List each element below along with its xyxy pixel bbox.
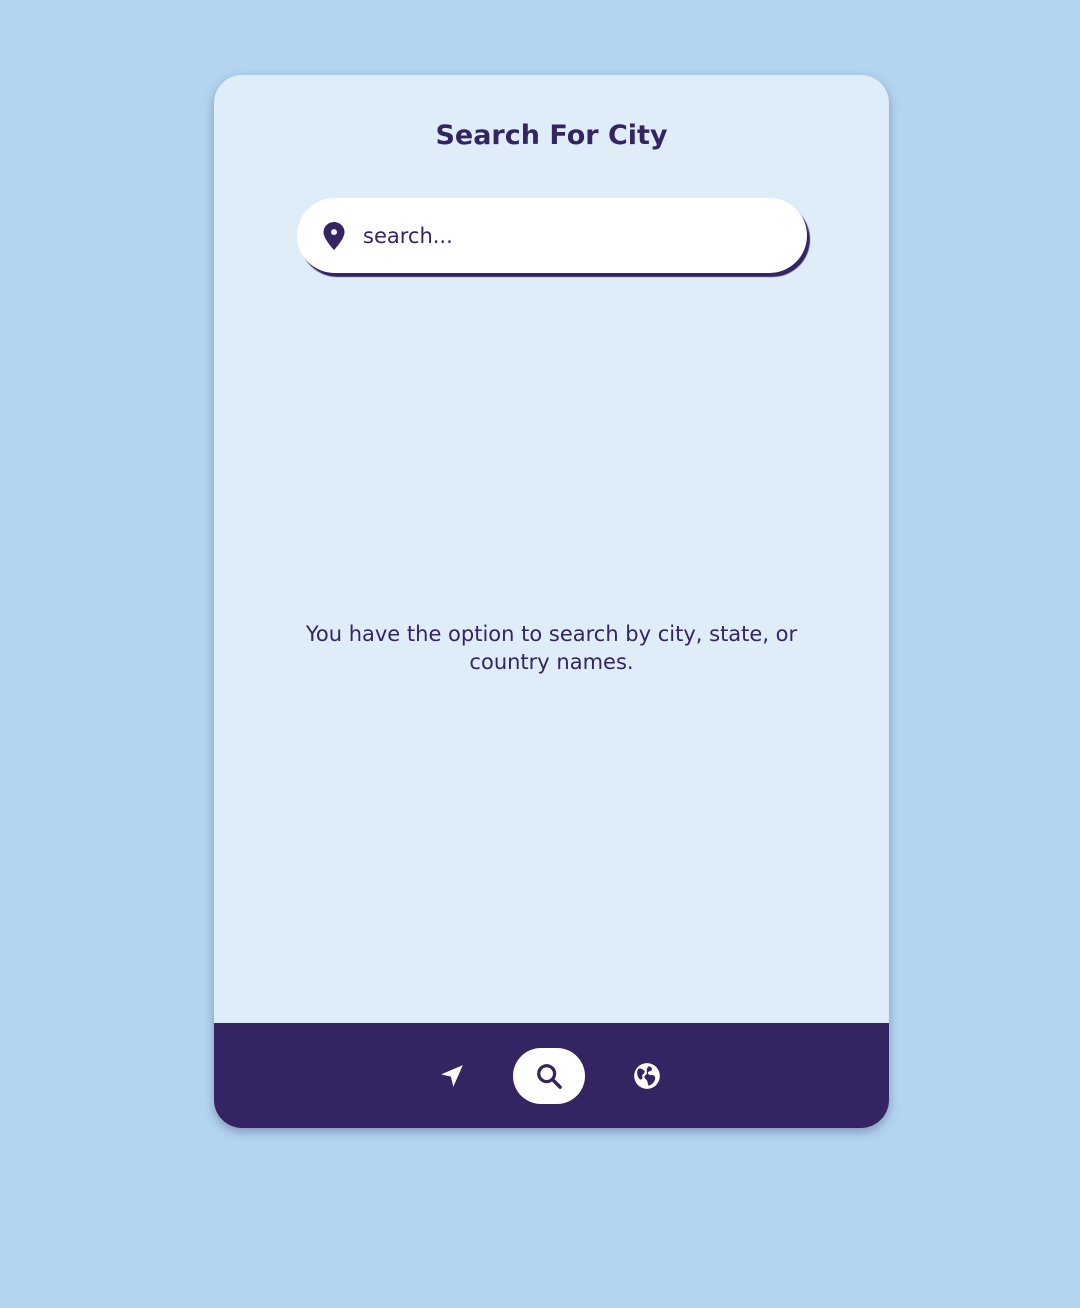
globe-icon	[634, 1063, 660, 1089]
nav-current-location-button[interactable]	[436, 1060, 468, 1092]
map-pin-icon	[323, 222, 345, 250]
nav-explore-button[interactable]	[631, 1060, 663, 1092]
search-hint-text: You have the option to search by city, s…	[305, 622, 798, 674]
search-card: Search For City You have the option to s…	[214, 75, 889, 1128]
location-arrow-icon	[441, 1065, 463, 1087]
bottom-navigation	[214, 1023, 889, 1128]
search-box[interactable]	[297, 198, 807, 273]
search-icon	[537, 1064, 562, 1089]
search-input[interactable]	[363, 216, 773, 256]
page-title: Search For City	[435, 120, 668, 151]
nav-search-button[interactable]	[513, 1048, 585, 1104]
